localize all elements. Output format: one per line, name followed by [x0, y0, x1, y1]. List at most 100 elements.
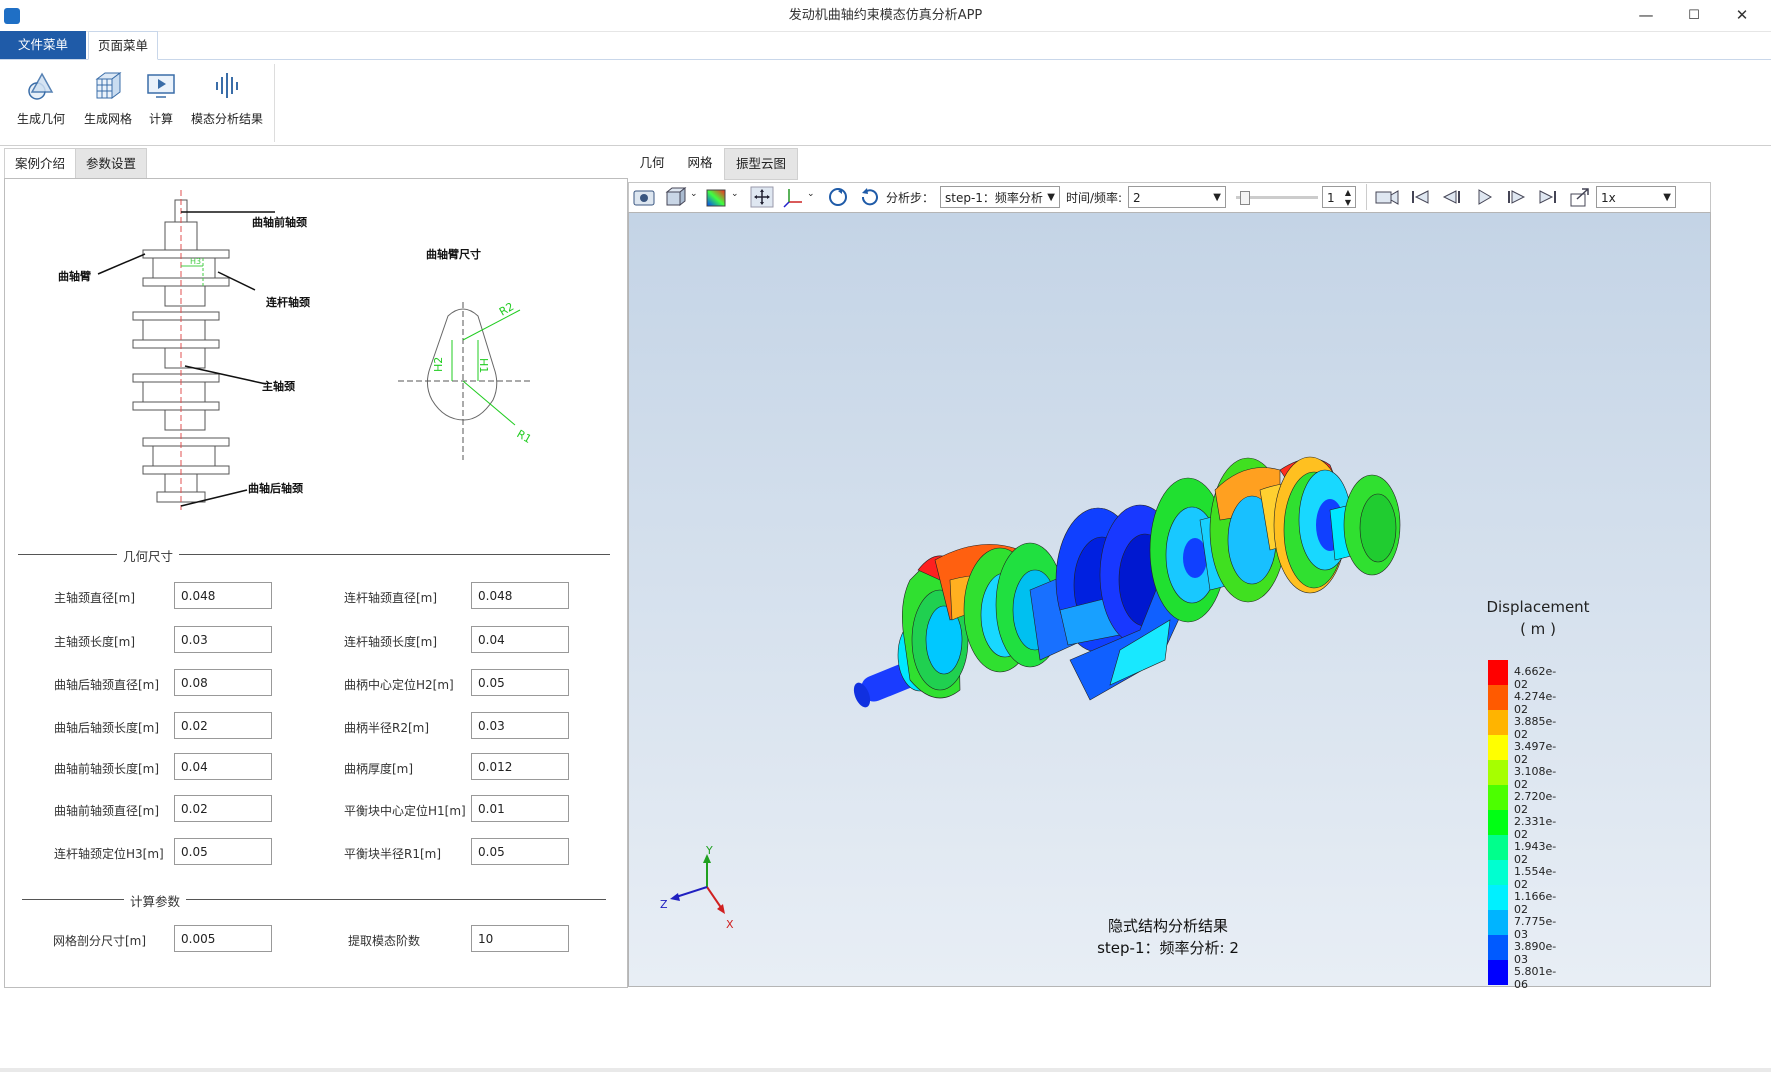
- rear-journal-diameter-input[interactable]: 0.08: [174, 669, 272, 696]
- legend-value: 5.801e-06: [1514, 965, 1557, 991]
- close-button[interactable]: ✕: [1718, 0, 1766, 31]
- tab-case-intro[interactable]: 案例介绍: [4, 148, 76, 180]
- tab-mesh[interactable]: 网格: [678, 148, 722, 178]
- screenshot-camera-icon[interactable]: [632, 186, 656, 208]
- diagram-rear-journal-label: 曲轴后轴颈: [248, 481, 303, 495]
- legend-value: 3.108e-02: [1514, 765, 1557, 791]
- reset-view-icon[interactable]: [826, 186, 850, 208]
- chevron-down-icon[interactable]: ⌄: [690, 189, 698, 199]
- tab-parameter-settings[interactable]: 参数设置: [75, 148, 147, 180]
- param-label: 曲柄厚度[m]: [344, 762, 414, 776]
- arm-r1-label: R1: [515, 427, 534, 446]
- legend-title: Displacement: [1486, 598, 1590, 616]
- param-label: 连杆轴颈长度[m]: [344, 635, 438, 649]
- legend-value: 7.775e-03: [1514, 915, 1557, 941]
- view-cube-icon[interactable]: [664, 186, 688, 208]
- frame-slider-handle[interactable]: [1240, 191, 1250, 205]
- legend-swatch: [1488, 960, 1508, 985]
- legend-value: 2.720e-02: [1514, 790, 1557, 816]
- minimize-button[interactable]: —: [1622, 0, 1670, 31]
- param-label: 连杆轴颈直径[m]: [344, 591, 438, 605]
- axis-x-label: X: [726, 918, 734, 931]
- diagram-h3-label: H3: [190, 257, 201, 266]
- counterweight-radius-r1-input[interactable]: 0.05: [471, 838, 569, 865]
- param-label: 平衡块中心定位H1[m]: [344, 804, 466, 818]
- diagram-rod-journal-label: 连杆轴颈: [266, 295, 310, 309]
- generate-geometry-button[interactable]: 生成几何: [12, 66, 70, 128]
- legend-value: 1.554e-02: [1514, 865, 1557, 891]
- generate-mesh-button[interactable]: 生成网格: [80, 66, 136, 128]
- rear-journal-length-input[interactable]: 0.02: [174, 712, 272, 739]
- next-frame-icon[interactable]: [1504, 186, 1528, 208]
- arm-h1-label: H1: [477, 358, 490, 373]
- maximize-button[interactable]: ☐: [1670, 0, 1718, 31]
- spin-arrows-icon: ▲ ▼: [1344, 188, 1351, 207]
- front-journal-length-input[interactable]: 0.04: [174, 753, 272, 780]
- generate-mesh-label: 生成网格: [83, 112, 132, 126]
- compute-icon: [147, 74, 175, 98]
- axis-triad: Y X Z: [660, 846, 734, 931]
- axis-y-label: Y: [705, 846, 713, 857]
- crank-thickness-input[interactable]: 0.012: [471, 753, 569, 780]
- param-label: 主轴颈长度[m]: [54, 635, 136, 649]
- front-journal-diameter-input[interactable]: 0.02: [174, 795, 272, 822]
- rod-journal-diameter-input[interactable]: 0.048: [471, 582, 569, 609]
- tab-mode-shape[interactable]: 振型云图: [724, 148, 798, 180]
- toolbar-separator: [1366, 184, 1367, 210]
- time-frequency-label: 时间/频率:: [1066, 191, 1123, 205]
- legend-value: 4.274e-02: [1514, 690, 1557, 716]
- first-frame-icon[interactable]: [1408, 186, 1432, 208]
- geometry-section-title: 几何尺寸: [117, 546, 180, 565]
- rod-journal-position-h3-input[interactable]: 0.05: [174, 838, 272, 865]
- previous-frame-icon[interactable]: [1440, 186, 1464, 208]
- tab-geometry[interactable]: 几何: [630, 148, 674, 178]
- export-icon[interactable]: [1568, 186, 1592, 208]
- compute-label: 计算: [148, 112, 173, 126]
- legend-value: 2.331e-02: [1514, 815, 1557, 841]
- frequency-select[interactable]: 2 ▼: [1128, 186, 1226, 208]
- chevron-down-icon[interactable]: ⌄: [731, 189, 739, 199]
- geometry-icon: [28, 72, 54, 100]
- page-menu-tab[interactable]: 页面菜单: [88, 31, 158, 60]
- param-label: 连杆轴颈定位H3[m]: [54, 847, 164, 861]
- param-label: 曲轴后轴颈直径[m]: [54, 678, 160, 692]
- chevron-down-icon[interactable]: ⌄: [807, 189, 815, 199]
- arm-dims-title: 曲轴臂尺寸: [426, 247, 481, 261]
- modal-result-button[interactable]: 模态分析结果: [188, 66, 266, 128]
- status-bar: [0, 1068, 1771, 1072]
- param-label: 提取模态阶数: [348, 934, 421, 948]
- crank-radius-r2-input[interactable]: 0.03: [471, 712, 569, 739]
- record-video-icon[interactable]: [1374, 186, 1400, 208]
- mode-count-input[interactable]: 10: [471, 925, 569, 952]
- diagram-main-journal-label: 主轴颈: [262, 379, 295, 393]
- analysis-step-select[interactable]: step-1：频率分析 ▼: [940, 186, 1060, 208]
- chevron-down-icon: ▼: [1213, 192, 1221, 203]
- rotate-icon[interactable]: [858, 186, 882, 208]
- crank-center-h2-input[interactable]: 0.05: [471, 669, 569, 696]
- rod-journal-length-input[interactable]: 0.04: [471, 626, 569, 653]
- param-label: 曲轴后轴颈长度[m]: [54, 721, 160, 735]
- frame-spinbox[interactable]: 1 ▲ ▼: [1322, 186, 1356, 208]
- param-label: 平衡块半径R1[m]: [344, 847, 442, 861]
- mesh-size-input[interactable]: 0.005: [174, 925, 272, 952]
- pan-icon[interactable]: [750, 186, 774, 208]
- param-label: 主轴颈直径[m]: [54, 591, 136, 605]
- last-frame-icon[interactable]: [1536, 186, 1560, 208]
- main-journal-diameter-input[interactable]: 0.048: [174, 582, 272, 609]
- axis-orientation-icon[interactable]: [782, 186, 806, 208]
- result-subtitle: step-1：频率分析: 2: [1097, 939, 1239, 957]
- main-journal-length-input[interactable]: 0.03: [174, 626, 272, 653]
- compute-divider: [22, 899, 606, 900]
- crankshaft-mode-shape-render[interactable]: [840, 430, 1420, 730]
- counterweight-center-h1-input[interactable]: 0.01: [471, 795, 569, 822]
- playback-speed-select[interactable]: 1x ▼: [1596, 186, 1676, 208]
- color-map-icon[interactable]: [704, 186, 728, 208]
- param-label: 曲柄中心定位H2[m]: [344, 678, 454, 692]
- arm-h2-label: H2: [432, 357, 445, 372]
- chevron-down-icon: ▼: [1663, 192, 1671, 203]
- file-menu-tab[interactable]: 文件菜单: [0, 31, 86, 59]
- legend-unit: ( m ): [1520, 620, 1556, 638]
- ribbon-separator: [274, 64, 275, 142]
- compute-button[interactable]: 计算: [144, 66, 178, 128]
- play-icon[interactable]: [1472, 186, 1496, 208]
